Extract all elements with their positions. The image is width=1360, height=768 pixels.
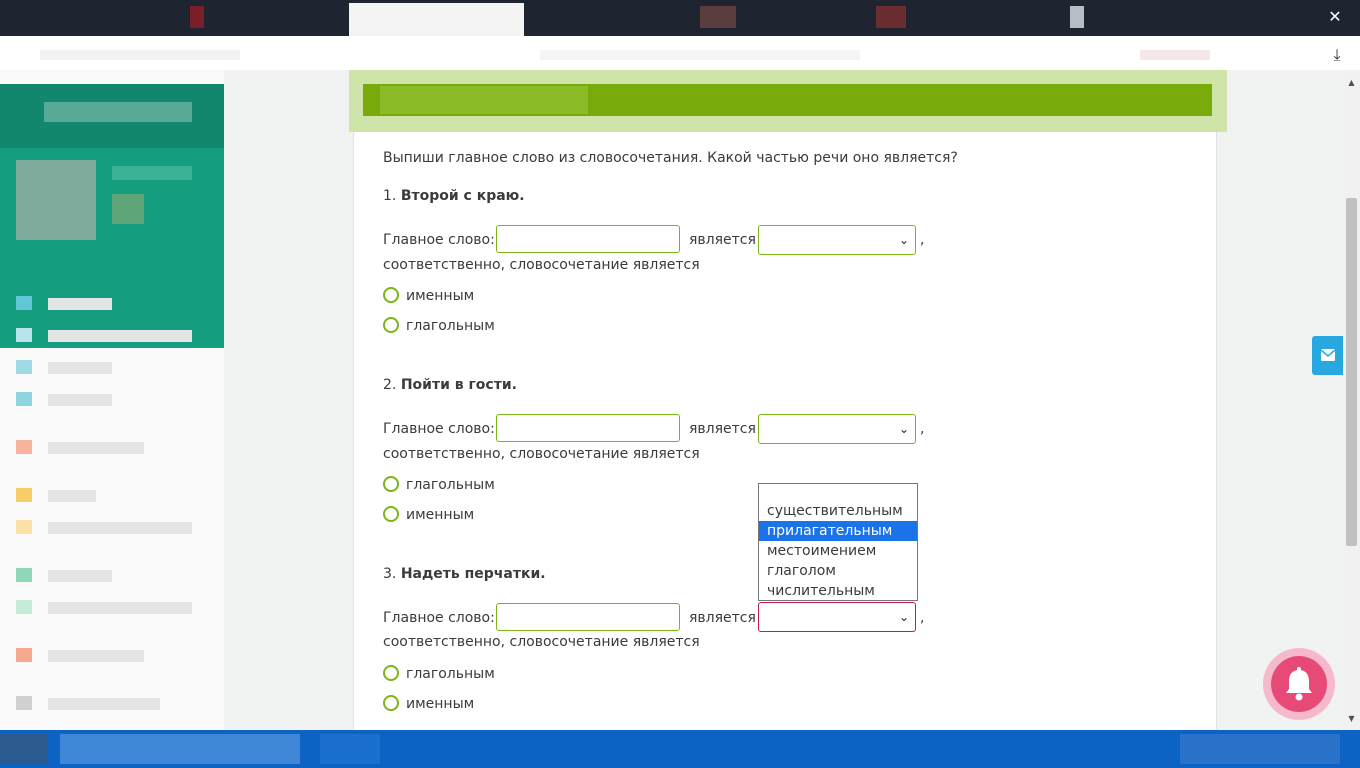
tab[interactable] [876, 6, 906, 28]
part-of-speech-select[interactable]: ⌄ [758, 414, 916, 444]
tab-favicon[interactable] [190, 6, 204, 28]
system-tray[interactable] [1180, 734, 1340, 764]
menu-icon [16, 440, 32, 454]
task-title: 3. Надеть перчатки. [383, 566, 546, 582]
chevron-down-icon: ⌄ [898, 233, 909, 247]
menu-icon [16, 600, 32, 614]
address-bar [0, 36, 1360, 70]
main-word-label: Главное слово: [383, 232, 495, 248]
active-tab[interactable] [349, 3, 524, 36]
menu-icon [16, 296, 32, 310]
main-word-label: Главное слово: [383, 421, 495, 437]
dropdown-option[interactable]: местоимением [759, 541, 917, 561]
part-of-speech-select[interactable]: ⌄ [758, 602, 916, 632]
scroll-down-icon[interactable]: ▼ [1345, 714, 1358, 723]
browser-tab-strip: ✕ [0, 0, 1360, 36]
chevron-down-icon: ⌄ [898, 422, 909, 436]
menu-icon [16, 648, 32, 662]
menu-icon [16, 392, 32, 406]
task-title: 2. Пойти в гости. [383, 377, 517, 393]
part-of-speech-select[interactable]: ⌄ [758, 225, 916, 255]
radio-option[interactable] [383, 317, 399, 333]
dropdown-option-highlighted[interactable]: прилагательным [759, 521, 917, 541]
radio-option[interactable] [383, 506, 399, 522]
consequently-label: соответственно, словосочетание является [383, 257, 700, 273]
radio-label[interactable]: именным [406, 696, 474, 712]
user-profile-panel [0, 148, 224, 348]
bell-icon [1286, 667, 1312, 701]
start-button[interactable] [0, 734, 48, 764]
avatar[interactable] [16, 160, 96, 240]
notifications-button-inner [1271, 656, 1327, 712]
notifications-button[interactable] [1263, 648, 1335, 720]
radio-label[interactable]: именным [406, 288, 474, 304]
radio-option[interactable] [383, 695, 399, 711]
user-badge [112, 194, 144, 224]
address-text[interactable] [40, 50, 240, 60]
menu-icon [16, 696, 32, 710]
chevron-down-icon: ⌄ [898, 610, 909, 624]
lesson-title [380, 86, 588, 114]
consequently-label: соответственно, словосочетание является [383, 634, 700, 650]
radio-label[interactable]: именным [406, 507, 474, 523]
part-of-speech-dropdown-list: существительным прилагательным местоимен… [758, 483, 918, 601]
menu-icon [16, 488, 32, 502]
scrollbar-thumb[interactable] [1346, 198, 1357, 546]
is-label: является [689, 232, 756, 248]
user-name [112, 166, 192, 180]
menu-icon [16, 520, 32, 534]
menu-icon [16, 360, 32, 374]
taskbar-app[interactable] [320, 734, 380, 764]
mail-icon [1320, 349, 1335, 361]
radio-option[interactable] [383, 476, 399, 492]
main-word-input[interactable] [496, 603, 680, 631]
main-word-input[interactable] [496, 225, 680, 253]
scroll-up-icon[interactable]: ▲ [1345, 78, 1358, 87]
task-title: 1. Второй с краю. [383, 188, 525, 204]
tab[interactable] [700, 6, 736, 28]
main-word-label: Главное слово: [383, 610, 495, 626]
dropdown-option[interactable]: числительным [759, 581, 917, 601]
is-label: является [689, 610, 756, 626]
comma: , [920, 421, 925, 437]
radio-option[interactable] [383, 287, 399, 303]
radio-label[interactable]: глагольным [406, 477, 495, 493]
radio-option[interactable] [383, 665, 399, 681]
sidebar [0, 70, 224, 730]
instruction-text: Выпиши главное слово из словосочетания. … [383, 150, 958, 166]
main-word-input[interactable] [496, 414, 680, 442]
radio-label[interactable]: глагольным [406, 318, 495, 334]
menu-icon [16, 328, 32, 342]
dropdown-option[interactable]: существительным [759, 501, 917, 521]
sidebar-logo[interactable] [44, 102, 192, 122]
radio-label[interactable]: глагольным [406, 666, 495, 682]
consequently-label: соответственно, словосочетание является [383, 446, 700, 462]
comma: , [920, 610, 925, 626]
address-text[interactable] [540, 50, 860, 60]
tab[interactable] [1070, 6, 1084, 28]
os-taskbar [0, 730, 1360, 768]
download-icon[interactable]: ⤓ [1326, 44, 1348, 66]
close-icon[interactable]: ✕ [1326, 8, 1344, 26]
comma: , [920, 232, 925, 248]
taskbar-app[interactable] [60, 734, 300, 764]
menu-icon [16, 568, 32, 582]
address-extension[interactable] [1140, 50, 1210, 60]
dropdown-option[interactable]: глаголом [759, 561, 917, 581]
is-label: является [689, 421, 756, 437]
feedback-button[interactable] [1312, 336, 1343, 375]
